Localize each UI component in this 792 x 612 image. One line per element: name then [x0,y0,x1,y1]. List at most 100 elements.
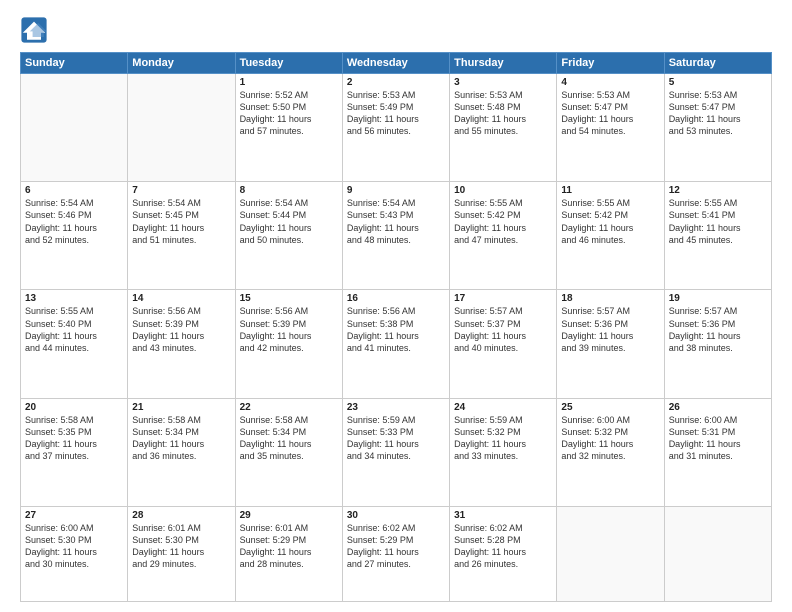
calendar-table: SundayMondayTuesdayWednesdayThursdayFrid… [20,52,772,602]
day-cell: 17Sunrise: 5:57 AM Sunset: 5:37 PM Dayli… [450,290,557,398]
day-number: 23 [347,402,445,413]
day-info: Sunrise: 5:53 AM Sunset: 5:48 PM Dayligh… [454,89,552,138]
day-info: Sunrise: 5:55 AM Sunset: 5:41 PM Dayligh… [669,197,767,246]
day-cell: 6Sunrise: 5:54 AM Sunset: 5:46 PM Daylig… [21,182,128,290]
day-cell: 4Sunrise: 5:53 AM Sunset: 5:47 PM Daylig… [557,74,664,182]
day-number: 6 [25,185,123,196]
day-cell: 19Sunrise: 5:57 AM Sunset: 5:36 PM Dayli… [664,290,771,398]
week-row-4: 20Sunrise: 5:58 AM Sunset: 5:35 PM Dayli… [21,398,772,506]
week-row-5: 27Sunrise: 6:00 AM Sunset: 5:30 PM Dayli… [21,506,772,601]
day-info: Sunrise: 5:57 AM Sunset: 5:37 PM Dayligh… [454,305,552,354]
day-cell: 2Sunrise: 5:53 AM Sunset: 5:49 PM Daylig… [342,74,449,182]
weekday-header-sunday: Sunday [21,53,128,74]
day-info: Sunrise: 5:56 AM Sunset: 5:38 PM Dayligh… [347,305,445,354]
day-info: Sunrise: 6:02 AM Sunset: 5:29 PM Dayligh… [347,522,445,571]
day-number: 31 [454,510,552,521]
day-info: Sunrise: 5:55 AM Sunset: 5:40 PM Dayligh… [25,305,123,354]
day-cell [128,74,235,182]
day-number: 4 [561,77,659,88]
day-cell: 15Sunrise: 5:56 AM Sunset: 5:39 PM Dayli… [235,290,342,398]
day-info: Sunrise: 5:55 AM Sunset: 5:42 PM Dayligh… [454,197,552,246]
day-info: Sunrise: 5:52 AM Sunset: 5:50 PM Dayligh… [240,89,338,138]
day-cell: 10Sunrise: 5:55 AM Sunset: 5:42 PM Dayli… [450,182,557,290]
week-row-3: 13Sunrise: 5:55 AM Sunset: 5:40 PM Dayli… [21,290,772,398]
day-number: 14 [132,293,230,304]
day-cell: 16Sunrise: 5:56 AM Sunset: 5:38 PM Dayli… [342,290,449,398]
weekday-header-friday: Friday [557,53,664,74]
day-info: Sunrise: 6:00 AM Sunset: 5:31 PM Dayligh… [669,414,767,463]
day-number: 9 [347,185,445,196]
day-info: Sunrise: 5:58 AM Sunset: 5:34 PM Dayligh… [132,414,230,463]
day-cell: 26Sunrise: 6:00 AM Sunset: 5:31 PM Dayli… [664,398,771,506]
day-info: Sunrise: 5:54 AM Sunset: 5:44 PM Dayligh… [240,197,338,246]
day-cell: 20Sunrise: 5:58 AM Sunset: 5:35 PM Dayli… [21,398,128,506]
day-number: 22 [240,402,338,413]
day-info: Sunrise: 5:58 AM Sunset: 5:35 PM Dayligh… [25,414,123,463]
day-number: 3 [454,77,552,88]
day-cell [21,74,128,182]
day-number: 11 [561,185,659,196]
day-number: 28 [132,510,230,521]
weekday-header-tuesday: Tuesday [235,53,342,74]
day-number: 21 [132,402,230,413]
day-cell: 28Sunrise: 6:01 AM Sunset: 5:30 PM Dayli… [128,506,235,601]
day-number: 10 [454,185,552,196]
day-cell: 29Sunrise: 6:01 AM Sunset: 5:29 PM Dayli… [235,506,342,601]
day-cell: 25Sunrise: 6:00 AM Sunset: 5:32 PM Dayli… [557,398,664,506]
day-number: 8 [240,185,338,196]
day-info: Sunrise: 6:00 AM Sunset: 5:32 PM Dayligh… [561,414,659,463]
day-cell: 8Sunrise: 5:54 AM Sunset: 5:44 PM Daylig… [235,182,342,290]
day-info: Sunrise: 5:53 AM Sunset: 5:49 PM Dayligh… [347,89,445,138]
day-number: 17 [454,293,552,304]
day-cell: 27Sunrise: 6:00 AM Sunset: 5:30 PM Dayli… [21,506,128,601]
week-row-1: 1Sunrise: 5:52 AM Sunset: 5:50 PM Daylig… [21,74,772,182]
day-cell: 3Sunrise: 5:53 AM Sunset: 5:48 PM Daylig… [450,74,557,182]
day-number: 13 [25,293,123,304]
day-cell: 13Sunrise: 5:55 AM Sunset: 5:40 PM Dayli… [21,290,128,398]
day-cell: 12Sunrise: 5:55 AM Sunset: 5:41 PM Dayli… [664,182,771,290]
week-row-2: 6Sunrise: 5:54 AM Sunset: 5:46 PM Daylig… [21,182,772,290]
day-cell: 9Sunrise: 5:54 AM Sunset: 5:43 PM Daylig… [342,182,449,290]
day-cell: 31Sunrise: 6:02 AM Sunset: 5:28 PM Dayli… [450,506,557,601]
day-cell: 21Sunrise: 5:58 AM Sunset: 5:34 PM Dayli… [128,398,235,506]
day-number: 30 [347,510,445,521]
day-cell: 24Sunrise: 5:59 AM Sunset: 5:32 PM Dayli… [450,398,557,506]
day-number: 7 [132,185,230,196]
weekday-header-wednesday: Wednesday [342,53,449,74]
day-info: Sunrise: 6:00 AM Sunset: 5:30 PM Dayligh… [25,522,123,571]
weekday-header-monday: Monday [128,53,235,74]
day-info: Sunrise: 5:56 AM Sunset: 5:39 PM Dayligh… [132,305,230,354]
day-info: Sunrise: 5:59 AM Sunset: 5:32 PM Dayligh… [454,414,552,463]
day-number: 1 [240,77,338,88]
day-cell: 23Sunrise: 5:59 AM Sunset: 5:33 PM Dayli… [342,398,449,506]
day-info: Sunrise: 5:54 AM Sunset: 5:46 PM Dayligh… [25,197,123,246]
day-number: 25 [561,402,659,413]
day-info: Sunrise: 5:53 AM Sunset: 5:47 PM Dayligh… [669,89,767,138]
weekday-header-row: SundayMondayTuesdayWednesdayThursdayFrid… [21,53,772,74]
day-cell: 18Sunrise: 5:57 AM Sunset: 5:36 PM Dayli… [557,290,664,398]
day-cell: 30Sunrise: 6:02 AM Sunset: 5:29 PM Dayli… [342,506,449,601]
day-info: Sunrise: 6:02 AM Sunset: 5:28 PM Dayligh… [454,522,552,571]
day-info: Sunrise: 5:57 AM Sunset: 5:36 PM Dayligh… [561,305,659,354]
weekday-header-saturday: Saturday [664,53,771,74]
page: SundayMondayTuesdayWednesdayThursdayFrid… [0,0,792,612]
day-cell: 14Sunrise: 5:56 AM Sunset: 5:39 PM Dayli… [128,290,235,398]
day-number: 26 [669,402,767,413]
day-number: 5 [669,77,767,88]
day-info: Sunrise: 5:53 AM Sunset: 5:47 PM Dayligh… [561,89,659,138]
day-cell: 22Sunrise: 5:58 AM Sunset: 5:34 PM Dayli… [235,398,342,506]
day-info: Sunrise: 5:54 AM Sunset: 5:43 PM Dayligh… [347,197,445,246]
day-info: Sunrise: 5:57 AM Sunset: 5:36 PM Dayligh… [669,305,767,354]
day-number: 15 [240,293,338,304]
logo-icon [20,16,48,44]
day-cell: 11Sunrise: 5:55 AM Sunset: 5:42 PM Dayli… [557,182,664,290]
day-number: 18 [561,293,659,304]
day-cell: 7Sunrise: 5:54 AM Sunset: 5:45 PM Daylig… [128,182,235,290]
day-info: Sunrise: 5:54 AM Sunset: 5:45 PM Dayligh… [132,197,230,246]
day-info: Sunrise: 5:55 AM Sunset: 5:42 PM Dayligh… [561,197,659,246]
weekday-header-thursday: Thursday [450,53,557,74]
day-number: 19 [669,293,767,304]
day-number: 24 [454,402,552,413]
day-number: 12 [669,185,767,196]
day-number: 16 [347,293,445,304]
